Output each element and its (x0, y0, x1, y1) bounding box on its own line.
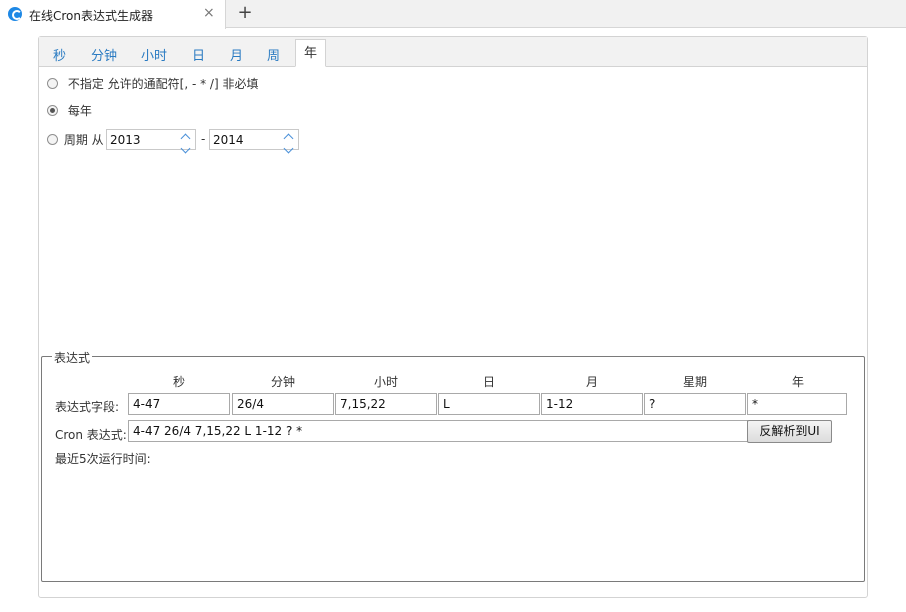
tab-second[interactable]: 秒 (53, 45, 66, 64)
cron-generator-panel: 秒 分钟 小时 日 月 周 年 不指定 允许的通配符[, - * /] 非必填 … (38, 36, 868, 598)
site-favicon-icon (8, 7, 22, 21)
tab-minute[interactable]: 分钟 (91, 45, 117, 64)
col-header-weekday: 星期 (682, 375, 707, 389)
field-second[interactable]: 4-47 (128, 393, 230, 415)
option-every-year: 每年 (47, 102, 92, 119)
col-header-day: 日 (482, 375, 495, 389)
period-label: 周期 从 (63, 133, 104, 147)
field-month[interactable]: 1-12 (541, 393, 643, 415)
tab-year[interactable]: 年 (295, 39, 327, 67)
tab-hour[interactable]: 小时 (141, 45, 167, 64)
field-day[interactable]: L (438, 393, 540, 415)
field-hour[interactable]: 7,15,22 (335, 393, 437, 415)
every-year-radio[interactable] (47, 105, 58, 116)
tab-month[interactable]: 月 (230, 45, 243, 64)
period-to-value: 2014 (213, 133, 244, 147)
period-from-spinner[interactable]: 2013 (106, 129, 196, 154)
browser-tab-strip: 在线Cron表达式生成器 × + (0, 0, 906, 29)
fields-label: 表达式字段: (55, 400, 120, 414)
recent-runs-label: 最近5次运行时间: (55, 452, 151, 466)
expression-legend: 表达式 (52, 349, 93, 366)
cron-expression-input[interactable]: 4-47 26/4 7,15,22 L 1-12 ? * (128, 420, 748, 442)
field-minute[interactable]: 26/4 (232, 393, 334, 415)
browser-tab[interactable]: 在线Cron表达式生成器 × (0, 0, 226, 29)
option-period: 周期 从 (47, 131, 104, 148)
col-header-month: 月 (585, 375, 598, 389)
cron-label: Cron 表达式: (55, 428, 127, 442)
parse-to-ui-button[interactable]: 反解析到UI (747, 420, 832, 443)
unspecified-label: 不指定 允许的通配符[, - * /] 非必填 (67, 77, 259, 91)
field-year[interactable]: * (747, 393, 847, 415)
field-weekday[interactable]: ? (644, 393, 746, 415)
decrement-icon[interactable] (283, 143, 294, 154)
col-header-second: 秒 (172, 375, 185, 389)
period-separator: - (201, 132, 206, 146)
option-unspecified: 不指定 允许的通配符[, - * /] 非必填 (47, 75, 258, 92)
expression-fieldset: 表达式 秒 分钟 小时 日 月 星期 年 表达式字段: 4-47 26/4 7,… (41, 349, 865, 582)
unspecified-radio[interactable] (47, 78, 58, 89)
tab-week[interactable]: 周 (267, 45, 280, 64)
new-tab-plus-icon[interactable]: + (236, 3, 254, 23)
period-to-spinner[interactable]: 2014 (209, 129, 299, 154)
col-header-year: 年 (791, 375, 804, 389)
browser-tab-title: 在线Cron表达式生成器 (29, 9, 153, 23)
decrement-icon[interactable] (180, 143, 191, 154)
tab-day[interactable]: 日 (192, 45, 205, 64)
every-year-label: 每年 (67, 104, 92, 118)
period-from-value: 2013 (110, 133, 141, 147)
col-header-minute: 分钟 (270, 375, 295, 389)
col-header-hour: 小时 (373, 375, 398, 389)
period-radio[interactable] (47, 134, 58, 145)
close-tab-icon[interactable]: × (203, 5, 215, 21)
field-tab-bar: 秒 分钟 小时 日 月 周 年 (39, 37, 867, 67)
